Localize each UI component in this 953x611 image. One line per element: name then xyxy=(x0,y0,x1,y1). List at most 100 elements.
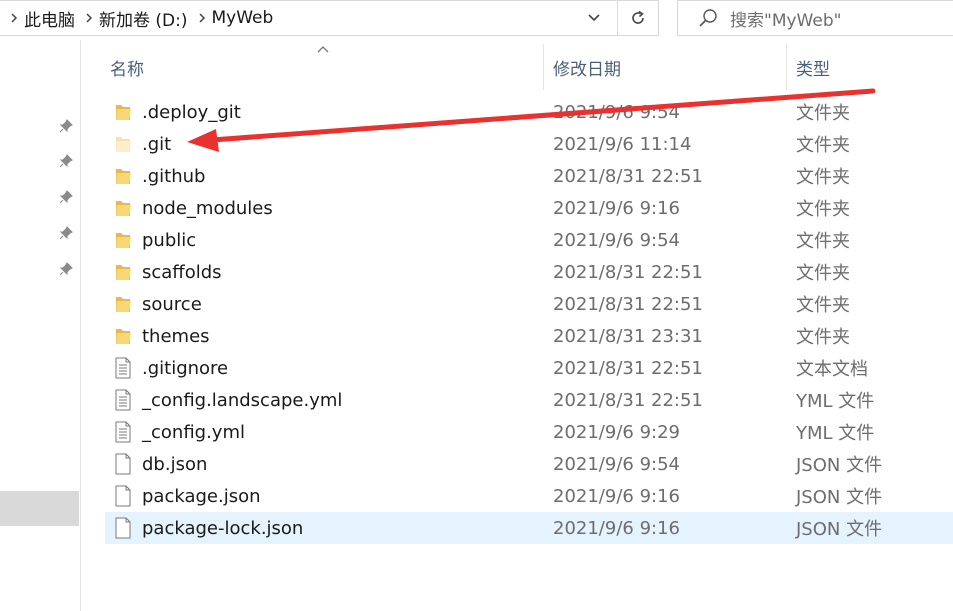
text-file-icon xyxy=(114,421,132,443)
file-name[interactable]: _config.yml xyxy=(142,422,245,443)
file-type: YML 文件 xyxy=(796,391,875,412)
search-icon xyxy=(699,9,717,27)
file-name[interactable]: source xyxy=(142,294,202,315)
pin-icon[interactable] xyxy=(58,189,74,205)
folder-icon xyxy=(114,261,132,283)
chevron-right-icon[interactable] xyxy=(83,12,95,24)
file-name[interactable]: package.json xyxy=(142,486,261,507)
file-modified-date: 2021/9/6 9:16 xyxy=(553,197,680,219)
file-name[interactable]: db.json xyxy=(142,454,207,475)
breadcrumb-drive[interactable]: 新加卷 (D:) xyxy=(99,6,188,31)
file-type: YML 文件 xyxy=(796,423,875,444)
file-row[interactable]: themes 2021/8/31 23:31 文件夹 xyxy=(105,320,953,352)
column-header-name[interactable]: 名称 xyxy=(110,44,542,90)
breadcrumb-this-pc[interactable]: 此电脑 xyxy=(24,6,75,31)
file-modified-date: 2021/9/6 9:16 xyxy=(553,517,680,539)
file-type: 文件夹 xyxy=(796,167,850,188)
file-modified-date: 2021/8/31 22:51 xyxy=(553,165,703,187)
file-modified-date: 2021/8/31 22:51 xyxy=(553,357,703,379)
file-row[interactable]: package-lock.json 2021/9/6 9:16 JSON 文件 xyxy=(105,512,953,544)
address-history-button[interactable] xyxy=(574,1,614,35)
pin-icon[interactable] xyxy=(58,118,74,134)
nav-item-selected[interactable] xyxy=(0,491,79,526)
refresh-button[interactable] xyxy=(617,1,658,35)
file-row[interactable]: _config.landscape.yml 2021/8/31 22:51 YML … xyxy=(105,384,953,416)
file-icon xyxy=(114,517,132,539)
file-icon xyxy=(114,453,132,475)
folder-icon xyxy=(114,165,132,187)
file-name[interactable]: .github xyxy=(142,166,205,187)
pin-icon[interactable] xyxy=(58,261,74,277)
text-file-icon xyxy=(114,357,132,379)
folder-icon xyxy=(114,101,132,123)
file-modified-date: 2021/9/6 9:54 xyxy=(553,229,680,251)
file-row[interactable]: package.json 2021/9/6 9:16 JSON 文件 xyxy=(105,480,953,512)
file-type: 文件夹 xyxy=(796,327,850,348)
file-type: 文件夹 xyxy=(796,199,850,220)
file-name[interactable]: public xyxy=(142,230,196,251)
breadcrumb-current-folder[interactable]: MyWeb xyxy=(212,8,274,28)
file-modified-date: 2021/9/6 9:54 xyxy=(553,453,680,475)
file-modified-date: 2021/9/6 9:16 xyxy=(553,485,680,507)
file-name[interactable]: .gitignore xyxy=(142,358,228,379)
file-name[interactable]: .deploy_git xyxy=(142,102,241,123)
column-divider[interactable] xyxy=(786,44,787,90)
file-modified-date: 2021/8/31 22:51 xyxy=(553,389,703,411)
file-type: JSON 文件 xyxy=(796,519,883,540)
chevron-right-icon[interactable] xyxy=(196,12,208,24)
file-type: 文件夹 xyxy=(796,135,850,156)
column-header-modified[interactable]: 修改日期 xyxy=(553,44,785,90)
file-modified-date: 2021/8/31 23:31 xyxy=(553,325,703,347)
chevron-right-icon[interactable] xyxy=(8,12,20,24)
file-name[interactable]: node_modules xyxy=(142,198,273,219)
folder-icon xyxy=(114,229,132,251)
file-name[interactable]: _config.landscape.yml xyxy=(142,390,342,411)
file-type: 文件夹 xyxy=(796,231,850,252)
column-header-modified-label: 修改日期 xyxy=(553,59,621,80)
column-header-type[interactable]: 类型 xyxy=(796,44,953,90)
navigation-pane[interactable] xyxy=(0,40,81,611)
file-list: .deploy_git 2021/9/6 9:54 文件夹 .git 2021/9/6 … xyxy=(105,96,953,544)
file-row[interactable]: _config.yml 2021/9/6 9:29 YML 文件 xyxy=(105,416,953,448)
file-row[interactable]: scaffolds 2021/8/31 22:51 文件夹 xyxy=(105,256,953,288)
pin-icon[interactable] xyxy=(58,225,74,241)
file-modified-date: 2021/9/6 9:29 xyxy=(553,421,680,443)
folder-icon xyxy=(114,197,132,219)
file-type: 文件夹 xyxy=(796,103,850,124)
file-row[interactable]: .github 2021/8/31 22:51 文件夹 xyxy=(105,160,953,192)
file-row[interactable]: public 2021/9/6 9:54 文件夹 xyxy=(105,224,953,256)
file-icon xyxy=(114,485,132,507)
search-box[interactable]: 搜索"MyWeb" xyxy=(677,0,953,36)
file-type: 文本文档 xyxy=(796,359,868,380)
file-row[interactable]: .deploy_git 2021/9/6 9:54 文件夹 xyxy=(105,96,953,128)
text-file-icon xyxy=(114,389,132,411)
column-divider[interactable] xyxy=(543,44,544,90)
file-row[interactable]: source 2021/8/31 22:51 文件夹 xyxy=(105,288,953,320)
file-modified-date: 2021/9/6 11:14 xyxy=(553,133,692,155)
file-name[interactable]: .git xyxy=(142,134,171,155)
file-type: JSON 文件 xyxy=(796,487,883,508)
file-row[interactable]: .gitignore 2021/8/31 22:51 文本文档 xyxy=(105,352,953,384)
folder-icon xyxy=(114,293,132,315)
file-type: 文件夹 xyxy=(796,295,850,316)
refresh-icon xyxy=(632,10,644,24)
file-modified-date: 2021/8/31 22:51 xyxy=(553,293,703,315)
file-name[interactable]: scaffolds xyxy=(142,262,222,283)
file-name[interactable]: package-lock.json xyxy=(142,518,303,539)
chevron-down-icon xyxy=(588,14,600,22)
column-header-name-label: 名称 xyxy=(110,59,144,80)
file-modified-date: 2021/8/31 22:51 xyxy=(553,261,703,283)
file-modified-date: 2021/9/6 9:54 xyxy=(553,101,680,123)
address-bar[interactable]: 此电脑 新加卷 (D:) MyWeb xyxy=(0,0,659,36)
file-row[interactable]: .git 2021/9/6 11:14 文件夹 xyxy=(105,128,953,160)
file-row[interactable]: db.json 2021/9/6 9:54 JSON 文件 xyxy=(105,448,953,480)
column-header-type-label: 类型 xyxy=(796,59,830,80)
pin-icon[interactable] xyxy=(58,153,74,169)
folder-hidden-icon xyxy=(114,133,132,155)
file-row[interactable]: node_modules 2021/9/6 9:16 文件夹 xyxy=(105,192,953,224)
file-type: JSON 文件 xyxy=(796,455,883,476)
folder-icon xyxy=(114,325,132,347)
file-name[interactable]: themes xyxy=(142,326,210,347)
file-type: 文件夹 xyxy=(796,263,850,284)
search-placeholder[interactable]: 搜索"MyWeb" xyxy=(730,6,841,31)
